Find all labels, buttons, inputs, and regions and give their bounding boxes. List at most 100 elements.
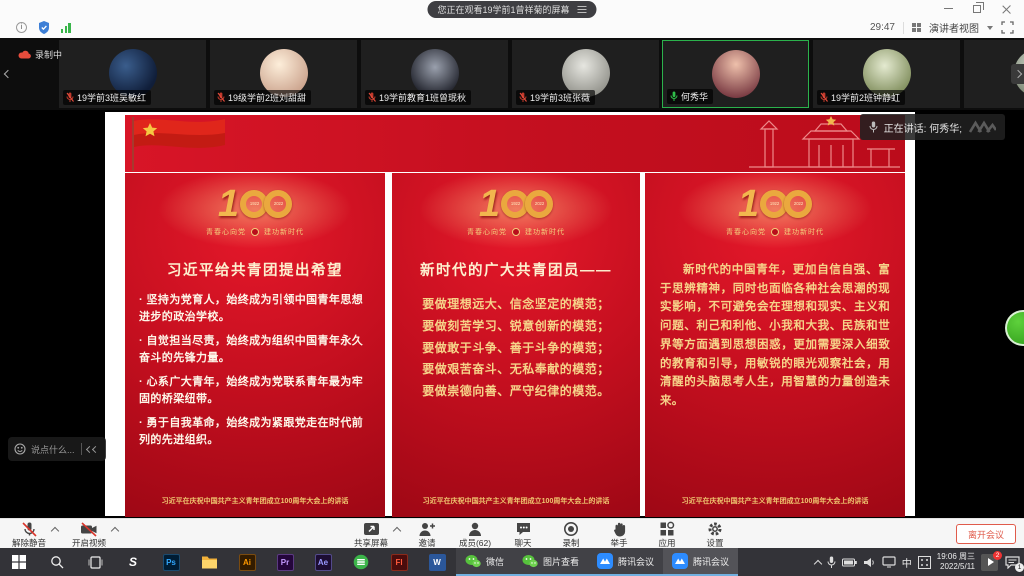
unmute-button[interactable]: 解除静音 bbox=[6, 519, 52, 549]
emoji-icon[interactable] bbox=[14, 443, 26, 455]
chat-placeholder[interactable]: 说点什么... bbox=[31, 443, 75, 456]
emblem-dot-icon bbox=[251, 228, 259, 236]
taskbar-app-green[interactable] bbox=[342, 548, 380, 576]
taskbar-app-flash[interactable]: Fl bbox=[380, 548, 418, 576]
s-logo-icon: S bbox=[129, 555, 137, 569]
poster-line: · 自觉担当尽责，始终成为组织中国青年永久奋斗的先锋力量。 bbox=[139, 333, 371, 367]
mic-active-icon bbox=[670, 91, 678, 102]
shield-icon[interactable] bbox=[38, 21, 50, 34]
wechat-image-viewer-icon bbox=[522, 554, 538, 568]
search-icon bbox=[50, 555, 64, 569]
invite-button[interactable]: 邀请 bbox=[404, 519, 450, 549]
ime-language-indicator[interactable]: 中 bbox=[902, 555, 912, 570]
invite-icon bbox=[418, 521, 436, 537]
photoshop-icon: Ps bbox=[163, 554, 180, 571]
task-view-button[interactable] bbox=[76, 548, 114, 576]
notification-app-icon[interactable]: 2 bbox=[981, 554, 998, 571]
meeting-timer: 29:47 bbox=[870, 22, 895, 33]
display-icon[interactable] bbox=[882, 556, 896, 568]
centennial-emblem: 119222022 青春心向党建功新时代 bbox=[125, 173, 385, 245]
action-center-button[interactable]: 1 bbox=[1004, 554, 1021, 571]
share-screen-button[interactable]: 共享屏幕 bbox=[348, 519, 394, 549]
premiere-icon: Pr bbox=[277, 554, 294, 571]
fullscreen-icon[interactable] bbox=[1001, 21, 1014, 34]
taskbar-app-wechat[interactable]: 微信 bbox=[456, 548, 513, 576]
taskbar-app-image-viewer[interactable]: 图片查看 bbox=[513, 548, 588, 576]
video-options-chevron[interactable] bbox=[111, 527, 119, 535]
members-icon bbox=[467, 521, 483, 537]
collapse-chat-icon[interactable] bbox=[87, 447, 98, 452]
raise-hand-button[interactable]: 举手 bbox=[596, 519, 642, 549]
green-app-icon bbox=[353, 554, 369, 570]
info-icon[interactable]: i bbox=[16, 22, 27, 33]
poster-xi-hopes: 119222022 青春心向党建功新时代 习近平给共青团提出希望 · 坚持为党育… bbox=[125, 173, 385, 517]
tencent-meeting-icon bbox=[672, 553, 688, 569]
taskbar-app-tencent-meeting-active[interactable]: 腾讯会议 bbox=[663, 548, 738, 576]
minimize-button[interactable] bbox=[938, 2, 958, 15]
chat-input-hint[interactable]: 说点什么... bbox=[8, 437, 106, 461]
poster-line: 要做理想远大、信念坚定的模范； bbox=[408, 294, 624, 316]
party-flag-icon bbox=[130, 117, 230, 171]
menu-icon[interactable] bbox=[578, 6, 587, 13]
share-options-chevron[interactable] bbox=[393, 527, 401, 535]
strip-scroll-left-button[interactable] bbox=[1, 64, 14, 84]
view-mode-selector[interactable]: 演讲者视图 bbox=[929, 20, 979, 35]
chevron-down-icon[interactable] bbox=[987, 26, 993, 30]
emblem-dot-icon bbox=[512, 228, 520, 236]
hidden-icons-chevron[interactable] bbox=[814, 559, 822, 567]
apps-button[interactable]: 应用 bbox=[644, 519, 690, 549]
taskbar-app-illustrator[interactable]: Ai bbox=[228, 548, 266, 576]
taskbar-app-photoshop[interactable]: Ps bbox=[152, 548, 190, 576]
restore-button[interactable] bbox=[967, 2, 987, 15]
start-video-button[interactable]: 开启视频 bbox=[66, 519, 112, 549]
taskbar-app-premiere[interactable]: Pr bbox=[266, 548, 304, 576]
active-speaker-banner: 正在讲话: 何秀华; bbox=[860, 114, 1005, 140]
speaker-icon[interactable] bbox=[863, 557, 876, 568]
participant-tile[interactable]: 19级学前2班刘甜甜 bbox=[210, 40, 357, 108]
participant-name: 19学前教育1班曾珉秋 bbox=[379, 91, 466, 104]
shared-screen-stage: 119222022 青春心向党建功新时代 习近平给共青团提出希望 · 坚持为党育… bbox=[0, 110, 1024, 518]
notification-badge: 2 bbox=[993, 551, 1002, 560]
close-button[interactable] bbox=[996, 2, 1016, 15]
taskbar-app-word[interactable]: W bbox=[418, 548, 456, 576]
settings-button[interactable]: 设置 bbox=[692, 519, 738, 549]
participant-name: 19学前2班钟静虹 bbox=[831, 91, 900, 104]
record-button[interactable]: 录制 bbox=[548, 519, 594, 549]
poster-line: 要做崇德向善、严守纪律的模范。 bbox=[408, 381, 624, 403]
participant-tile[interactable]: 19学前教育1班曾珉秋 bbox=[361, 40, 508, 108]
participant-tile-speaking[interactable]: 何秀华 bbox=[662, 40, 809, 108]
participant-name: 何秀华 bbox=[681, 90, 708, 103]
task-view-icon bbox=[88, 556, 103, 569]
start-button[interactable] bbox=[0, 548, 38, 576]
watching-banner-text: 您正在观看19学前1曾祥菊的屏幕 bbox=[437, 3, 569, 16]
participant-tile[interactable]: 19学前3班张薇 bbox=[512, 40, 659, 108]
illustrator-icon: Ai bbox=[239, 554, 256, 571]
participant-tile[interactable]: 19学前3班吴敏红 bbox=[59, 40, 206, 108]
file-explorer-button[interactable] bbox=[190, 548, 228, 576]
network-signal-icon[interactable] bbox=[61, 23, 71, 33]
recording-indicator: 录制中 bbox=[18, 48, 62, 61]
floating-assistant-button[interactable] bbox=[1005, 310, 1024, 346]
strip-scroll-right-button[interactable] bbox=[1011, 64, 1024, 84]
poster-line: 要做敢于斗争、善于斗争的模范； bbox=[408, 338, 624, 360]
battery-icon[interactable] bbox=[842, 558, 857, 567]
members-button[interactable]: 成员(62) bbox=[452, 519, 498, 549]
shared-slide: 119222022 青春心向党建功新时代 习近平给共青团提出希望 · 坚持为党育… bbox=[105, 112, 915, 516]
mic-options-chevron[interactable] bbox=[51, 527, 59, 535]
taskbar-search-button[interactable] bbox=[38, 548, 76, 576]
ime-mode-icon[interactable] bbox=[918, 556, 931, 569]
tray-mic-icon[interactable] bbox=[827, 556, 836, 569]
participant-tile[interactable]: 19学前2班钟静虹 bbox=[813, 40, 960, 108]
taskbar-app-aftereffects[interactable]: Ae bbox=[304, 548, 342, 576]
apps-icon bbox=[659, 521, 675, 537]
taskbar-app-s[interactable]: S bbox=[114, 548, 152, 576]
taskbar-app-tencent-meeting[interactable]: 腾讯会议 bbox=[588, 548, 663, 576]
taskbar-clock[interactable]: 19:06 周三 2022/5/11 bbox=[937, 552, 975, 572]
chat-button[interactable]: 聊天 bbox=[500, 519, 546, 549]
leave-meeting-button[interactable]: 离开会议 bbox=[956, 524, 1016, 544]
poster-caption: 习近平在庆祝中国共产主义青年团成立100周年大会上的讲话 bbox=[645, 497, 905, 508]
word-icon: W bbox=[429, 554, 446, 571]
mic-muted-icon bbox=[820, 92, 828, 103]
participant-name: 19学前3班吴敏红 bbox=[77, 91, 146, 104]
emblem-dot-icon bbox=[771, 228, 779, 236]
